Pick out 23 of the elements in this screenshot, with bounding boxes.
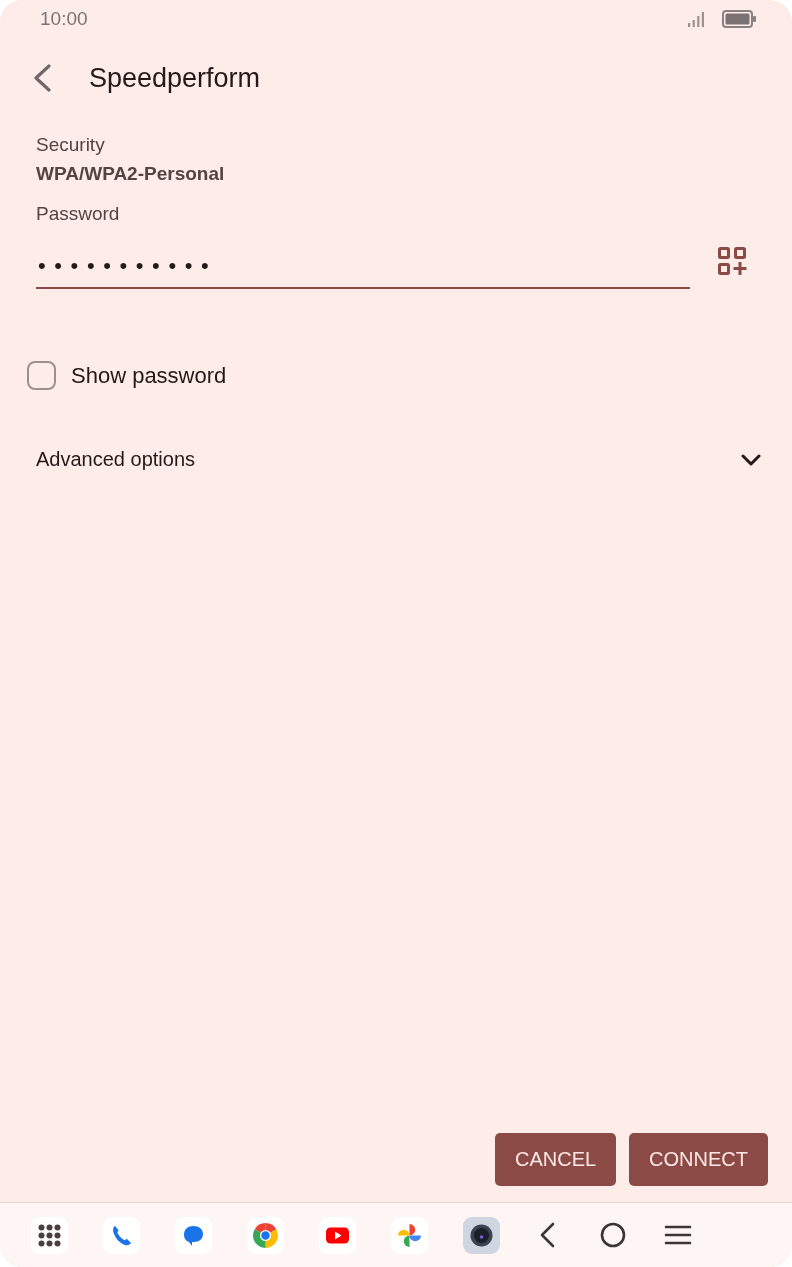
- status-time: 10:00: [40, 8, 88, 30]
- app-grid-icon[interactable]: [31, 1216, 68, 1254]
- security-label: Security: [36, 134, 105, 156]
- back-icon[interactable]: [32, 64, 52, 92]
- connect-button[interactable]: CONNECT: [629, 1133, 768, 1186]
- network-title: Speedperform: [89, 62, 261, 94]
- show-password-label[interactable]: Show password: [71, 362, 227, 389]
- password-field[interactable]: •••••••••••: [36, 245, 690, 289]
- phone-icon[interactable]: [103, 1216, 140, 1254]
- play-button-icon[interactable]: [319, 1216, 356, 1254]
- advanced-options-label[interactable]: Advanced options: [36, 448, 195, 471]
- security-value: WPA/WPA2-Personal: [36, 163, 225, 185]
- signal-icon: [688, 11, 705, 27]
- chevron-down-icon[interactable]: [741, 453, 761, 466]
- show-password-checkbox[interactable]: [27, 361, 56, 390]
- battery-icon: [722, 10, 756, 28]
- chat-bubble-icon[interactable]: [175, 1216, 212, 1254]
- camera-lens-icon[interactable]: [463, 1216, 500, 1254]
- cancel-button[interactable]: CANCEL: [494, 1133, 617, 1186]
- password-label: Password: [36, 203, 120, 225]
- qr-code-icon[interactable]: [718, 247, 747, 275]
- pinwheel-icon[interactable]: [391, 1216, 428, 1254]
- home-icon[interactable]: [598, 1220, 628, 1250]
